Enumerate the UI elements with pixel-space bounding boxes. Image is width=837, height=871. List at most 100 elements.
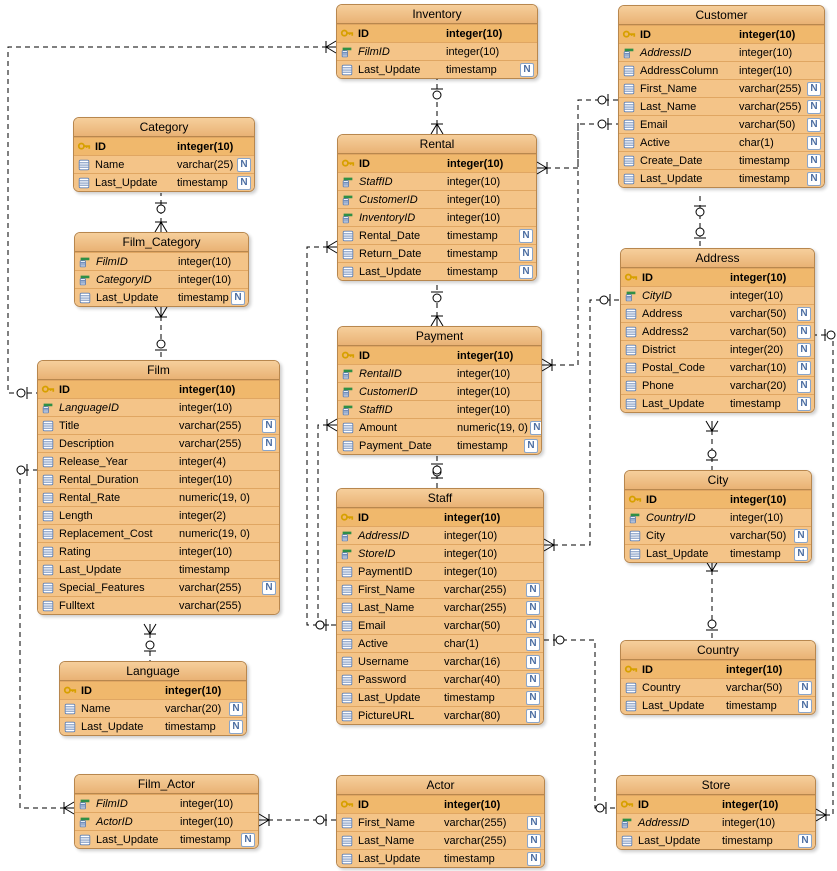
entity-inventory[interactable]: InventoryIDinteger(10)NFilmIDinteger(10)… bbox=[336, 4, 538, 79]
entity-film[interactable]: FilmIDinteger(10)NLanguageIDinteger(10)N… bbox=[37, 360, 280, 615]
column-row: Lengthinteger(2)N bbox=[38, 506, 279, 524]
entity-country[interactable]: CountryIDinteger(10)NCountryvarchar(50)N… bbox=[620, 640, 816, 715]
nullable-flag: N bbox=[526, 691, 540, 705]
entity-film_actor[interactable]: Film_ActorFilmIDinteger(10)NActorIDinteg… bbox=[74, 774, 259, 849]
fk-icon bbox=[622, 46, 636, 60]
column-row: Titlevarchar(255)N bbox=[38, 416, 279, 434]
entity-actor[interactable]: ActorIDinteger(10)NFirst_Namevarchar(255… bbox=[336, 775, 545, 868]
column-type: integer(10) bbox=[722, 664, 796, 676]
column-type: integer(10) bbox=[443, 158, 517, 170]
entity-store[interactable]: StoreIDinteger(10)NAddressIDinteger(10)N… bbox=[616, 775, 816, 850]
nullable-flag: N bbox=[797, 397, 811, 411]
column-type: integer(10) bbox=[735, 29, 805, 41]
column-name: ID bbox=[93, 141, 171, 153]
column-icon bbox=[41, 437, 55, 451]
entity-film_category[interactable]: Film_CategoryFilmIDinteger(10)NCategoryI… bbox=[74, 232, 249, 307]
column-icon bbox=[622, 136, 636, 150]
fk-icon bbox=[341, 175, 355, 189]
entity-language[interactable]: LanguageIDinteger(10)NNamevarchar(20)NLa… bbox=[59, 661, 247, 736]
column-row: Activechar(1)N bbox=[619, 133, 824, 151]
fk-icon bbox=[340, 547, 354, 561]
nullable-flag: N bbox=[798, 681, 812, 695]
key-icon bbox=[620, 798, 634, 812]
column-name: Email bbox=[356, 620, 438, 632]
column-row: Last_UpdatetimestampN bbox=[75, 830, 258, 848]
column-icon bbox=[624, 681, 638, 695]
column-type: integer(10) bbox=[453, 368, 522, 380]
entity-payment[interactable]: PaymentIDinteger(10)NRentalIDinteger(10)… bbox=[337, 326, 542, 455]
column-row: RentalIDinteger(10)N bbox=[338, 364, 541, 382]
column-name: Last_Update bbox=[57, 564, 173, 576]
column-icon bbox=[622, 118, 636, 132]
key-icon bbox=[63, 684, 77, 698]
column-row: Last_UpdatetimestampN bbox=[621, 394, 814, 412]
column-icon bbox=[41, 509, 55, 523]
entity-city[interactable]: CityIDinteger(10)NCountryIDinteger(10)NC… bbox=[624, 470, 812, 563]
column-name: Last_Update bbox=[638, 173, 733, 185]
entity-rental[interactable]: RentalIDinteger(10)NStaffIDinteger(10)NC… bbox=[337, 134, 537, 281]
entity-category[interactable]: CategoryIDinteger(10)NNamevarchar(25)NLa… bbox=[73, 117, 255, 192]
entity-title: Staff bbox=[337, 489, 543, 508]
column-row: First_Namevarchar(255)N bbox=[619, 79, 824, 97]
column-row: IDinteger(10)N bbox=[337, 24, 537, 42]
column-row: IDinteger(10)N bbox=[338, 154, 536, 172]
column-row: Last_UpdatetimestampN bbox=[74, 173, 254, 191]
column-name: ID bbox=[356, 799, 438, 811]
column-type: varchar(255) bbox=[735, 83, 805, 95]
entity-address[interactable]: AddressIDinteger(10)NCityIDinteger(10)NA… bbox=[620, 248, 815, 413]
column-name: AddressID bbox=[356, 530, 438, 542]
column-row: Last_UpdatetimestampN bbox=[337, 849, 544, 867]
column-type: varchar(20) bbox=[726, 380, 795, 392]
entity-customer[interactable]: CustomerIDinteger(10)NAddressIDinteger(1… bbox=[618, 5, 825, 188]
column-row: Countryvarchar(50)N bbox=[621, 678, 815, 696]
column-type: numeric(19, 0) bbox=[175, 492, 260, 504]
column-type: integer(10) bbox=[161, 685, 227, 697]
column-row: Cityvarchar(50)N bbox=[625, 526, 811, 544]
column-row: Last_UpdatetimestampN bbox=[619, 169, 824, 187]
column-name: CategoryID bbox=[94, 274, 172, 286]
column-icon bbox=[63, 702, 77, 716]
column-row: IDinteger(10)N bbox=[621, 268, 814, 286]
column-row: Namevarchar(25)N bbox=[74, 155, 254, 173]
column-row: FilmIDinteger(10)N bbox=[75, 794, 258, 812]
nullable-flag: N bbox=[526, 709, 540, 723]
column-type: integer(10) bbox=[440, 512, 524, 524]
column-type: timestamp bbox=[442, 64, 518, 76]
column-name: Email bbox=[638, 119, 733, 131]
nullable-flag: N bbox=[797, 361, 811, 375]
fk-icon bbox=[340, 45, 354, 59]
column-type: varchar(20) bbox=[161, 703, 227, 715]
column-row: CountryIDinteger(10)N bbox=[625, 508, 811, 526]
column-name: ID bbox=[357, 350, 451, 362]
column-row: IDinteger(10)N bbox=[621, 660, 815, 678]
entity-title: Customer bbox=[619, 6, 824, 25]
column-row: AddressIDinteger(10)N bbox=[617, 813, 815, 831]
column-name: FilmID bbox=[356, 46, 440, 58]
column-icon bbox=[340, 655, 354, 669]
column-type: integer(10) bbox=[442, 46, 518, 58]
column-name: Last_Update bbox=[640, 398, 724, 410]
column-row: StaffIDinteger(10)N bbox=[338, 172, 536, 190]
fk-icon bbox=[341, 211, 355, 225]
column-row: Fulltextvarchar(255)N bbox=[38, 596, 279, 614]
column-icon bbox=[341, 247, 355, 261]
column-type: varchar(50) bbox=[722, 682, 796, 694]
fk-icon bbox=[341, 385, 355, 399]
column-type: varchar(50) bbox=[735, 119, 805, 131]
nullable-flag: N bbox=[229, 702, 243, 716]
column-icon bbox=[41, 455, 55, 469]
nullable-flag: N bbox=[262, 419, 276, 433]
nullable-flag: N bbox=[526, 655, 540, 669]
column-row: FilmIDinteger(10)N bbox=[337, 42, 537, 60]
column-icon bbox=[78, 291, 92, 305]
column-row: InventoryIDinteger(10)N bbox=[338, 208, 536, 226]
column-name: ID bbox=[640, 272, 724, 284]
column-row: IDinteger(10)N bbox=[617, 795, 815, 813]
column-name: Create_Date bbox=[638, 155, 733, 167]
entity-staff[interactable]: StaffIDinteger(10)N AddressIDinteger(10) N… bbox=[336, 488, 544, 725]
column-row: IDinteger(10)N bbox=[337, 508, 543, 526]
column-type: timestamp bbox=[176, 834, 239, 846]
column-type: integer(10) bbox=[174, 256, 231, 268]
column-row: Last_UpdatetimestampN bbox=[60, 717, 246, 735]
column-icon bbox=[340, 709, 354, 723]
